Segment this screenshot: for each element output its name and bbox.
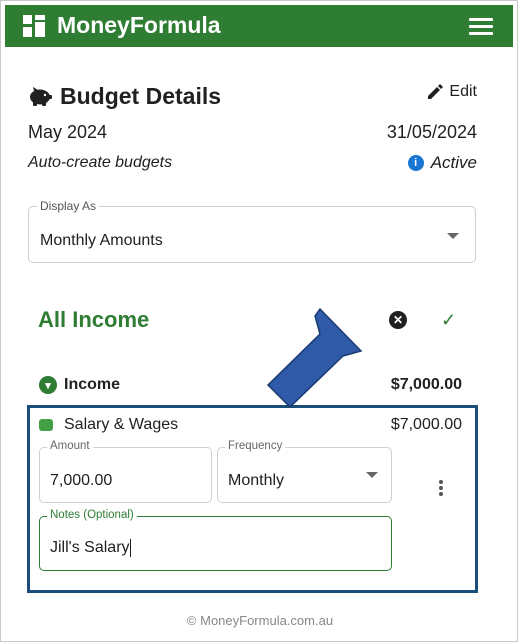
info-icon[interactable]: i: [407, 155, 424, 171]
display-as-value: Monthly Amounts: [40, 232, 163, 249]
page-title-row: Budget Details: [28, 83, 221, 110]
hamburger-menu-icon[interactable]: [469, 18, 493, 36]
notes-label: Notes (Optional): [47, 509, 137, 521]
status-badge: i Active: [407, 153, 477, 173]
income-label: Income: [64, 376, 121, 393]
logo-icon: [23, 15, 45, 37]
budget-end-date: 31/05/2024: [386, 122, 477, 142]
brand-name: MoneyFormula: [57, 12, 221, 38]
auto-create-label: Auto-create budgets: [28, 154, 173, 171]
budget-period: May 2024: [28, 122, 108, 142]
app-bar: MoneyFormula: [5, 5, 513, 47]
amount-input[interactable]: Amount 7,000.00: [39, 440, 212, 503]
category-amount: $7,000.00: [390, 416, 462, 433]
footer-copyright: © MoneyFormula.com.au: [186, 613, 334, 628]
notes-input[interactable]: Notes (Optional) Jill's Salary: [39, 509, 392, 571]
piggy-bank-icon: [30, 86, 52, 106]
dropdown-caret-icon: [447, 233, 459, 239]
chevron-down-icon: ▾: [39, 376, 57, 394]
income-total: $7,000.00: [390, 376, 462, 393]
frequency-select[interactable]: Frequency Monthly: [217, 440, 392, 503]
app-frame: MoneyFormula Budget Details Edit May 202…: [0, 0, 518, 642]
more-options-icon[interactable]: [433, 480, 449, 500]
category-color-icon: [39, 419, 53, 431]
status-label: Active: [430, 153, 477, 172]
edit-label: Edit: [449, 83, 477, 100]
category-name: Salary & Wages: [64, 416, 179, 433]
edit-button[interactable]: Edit: [427, 83, 477, 101]
display-as-select[interactable]: Display As Monthly Amounts: [28, 199, 476, 263]
dropdown-caret-icon: [366, 472, 378, 478]
display-as-label: Display As: [37, 199, 100, 213]
amount-label: Amount: [47, 440, 93, 452]
frequency-label: Frequency: [225, 440, 286, 452]
frequency-value: Monthly: [228, 472, 285, 489]
page-title: Budget Details: [60, 83, 222, 109]
amount-value: 7,000.00: [50, 472, 113, 489]
notes-value: Jill's Salary: [50, 539, 130, 557]
category-row: Salary & Wages: [39, 416, 178, 434]
confirm-check-icon[interactable]: ✓: [441, 310, 456, 331]
text-cursor: [129, 539, 131, 557]
income-toggle[interactable]: ▾ Income: [39, 376, 120, 394]
pointer-arrow-icon: [266, 307, 363, 407]
group-title: All Income: [38, 307, 150, 332]
pencil-icon: [428, 84, 444, 99]
cancel-icon[interactable]: ✕: [389, 311, 407, 329]
notes-value-wrap: Jill's Salary: [50, 539, 131, 557]
